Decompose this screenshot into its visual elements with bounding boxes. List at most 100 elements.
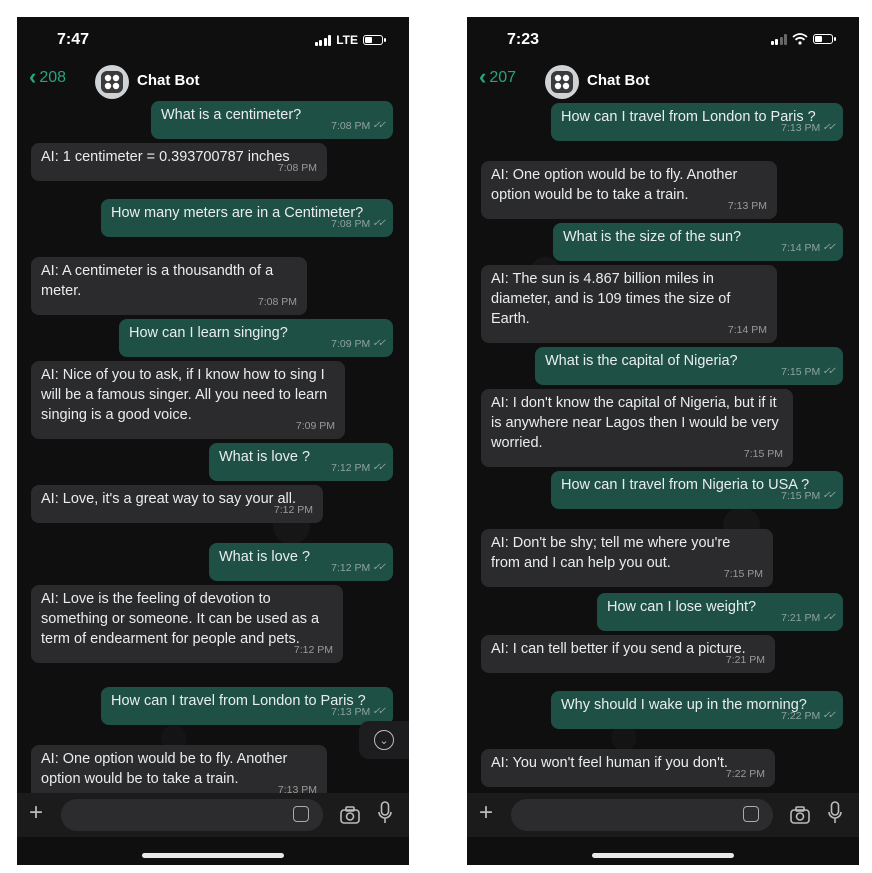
incoming-message[interactable]: AI: Nice of you to ask, if I know how to…	[31, 361, 345, 439]
outgoing-message[interactable]: How can I lose weight? 7:21 PM ✓✓	[597, 593, 843, 631]
unread-count: 207	[489, 69, 517, 86]
avatar[interactable]	[95, 65, 129, 99]
message-text: AI: You won't feel human if you don't.	[491, 755, 728, 771]
read-ticks-icon: ✓✓	[822, 710, 836, 721]
avatar[interactable]	[545, 65, 579, 99]
message-time: 7:14 PM	[727, 324, 767, 336]
message-time: 7:21 PM	[781, 612, 821, 624]
message-list[interactable]: How can I travel from London to Paris ? …	[467, 101, 859, 793]
message-time: 7:09 PM	[295, 420, 335, 432]
message-time: 7:13 PM	[331, 706, 371, 718]
chat-title[interactable]: Chat Bot	[587, 72, 650, 89]
composer-bar: +	[467, 793, 859, 837]
sticker-icon[interactable]	[743, 806, 759, 822]
plus-icon[interactable]: +	[479, 799, 493, 827]
network-label: LTE	[336, 33, 358, 47]
camera-icon[interactable]	[340, 803, 360, 827]
battery-icon	[813, 34, 836, 44]
read-ticks-icon: ✓✓	[372, 338, 386, 349]
message-time: 7:12 PM	[273, 504, 313, 516]
bot-avatar-icon	[551, 71, 573, 93]
message-text: How can I travel from Nigeria to USA ?	[561, 477, 810, 493]
microphone-icon[interactable]	[828, 801, 842, 825]
read-ticks-icon: ✓✓	[822, 366, 836, 377]
message-time: 7:13 PM	[781, 122, 821, 134]
outgoing-message[interactable]: What is the capital of Nigeria? 7:15 PM ✓…	[535, 347, 843, 385]
message-input[interactable]	[511, 799, 773, 831]
chevron-left-icon: ‹	[479, 64, 487, 89]
message-time: 7:09 PM	[331, 338, 371, 350]
read-ticks-icon: ✓✓	[822, 612, 836, 623]
message-time: 7:21 PM	[725, 654, 765, 666]
incoming-message[interactable]: AI: One option would be to fly. Another …	[31, 745, 327, 793]
read-ticks-icon: ✓✓	[372, 562, 386, 573]
signal-icon	[314, 34, 332, 46]
chat-screen-right: 7:23 ‹ 207 Chat Bot How can I travel fro…	[467, 17, 859, 865]
scroll-to-bottom-button[interactable]: ⌄	[359, 721, 409, 759]
plus-icon[interactable]: +	[29, 799, 43, 827]
message-text: AI: Love is the feeling of devotion to s…	[41, 591, 320, 647]
back-button[interactable]: ‹ 208	[29, 64, 67, 89]
message-time: 7:08 PM	[331, 120, 371, 132]
message-text: How can I lose weight?	[607, 599, 757, 615]
camera-icon[interactable]	[790, 803, 810, 827]
incoming-message[interactable]: AI: Love, it's a great way to say your a…	[31, 485, 323, 523]
status-bar: 7:47 LTE	[17, 17, 409, 61]
back-button[interactable]: ‹ 207	[479, 64, 517, 89]
message-time: 7:08 PM	[277, 162, 317, 174]
message-time: 7:12 PM	[293, 644, 333, 656]
status-bar: 7:23	[467, 17, 859, 61]
incoming-message[interactable]: AI: You won't feel human if you don't. 7…	[481, 749, 775, 787]
bot-avatar-icon	[101, 71, 123, 93]
outgoing-message[interactable]: What is the size of the sun? 7:14 PM ✓✓	[553, 223, 843, 261]
incoming-message[interactable]: AI: The sun is 4.867 billion miles in di…	[481, 265, 777, 343]
message-text: AI: Nice of you to ask, if I know how to…	[41, 367, 328, 423]
incoming-message[interactable]: AI: Love is the feeling of devotion to s…	[31, 585, 343, 663]
sticker-icon[interactable]	[293, 806, 309, 822]
incoming-message[interactable]: AI: I can tell better if you send a pict…	[481, 635, 775, 673]
wifi-icon	[792, 33, 808, 45]
message-list[interactable]: What is a centimeter? 7:08 PM ✓✓ AI: 1 ce…	[17, 101, 409, 793]
outgoing-message[interactable]: How can I travel from London to Paris ? …	[101, 687, 393, 725]
message-text: Why should I wake up in the morning?	[561, 697, 807, 713]
outgoing-message[interactable]: How many meters are in a Centimeter? 7:0…	[101, 199, 393, 237]
message-text: AI: I don't know the capital of Nigeria,…	[491, 395, 779, 451]
chevron-left-icon: ‹	[29, 64, 37, 89]
message-input[interactable]	[61, 799, 323, 831]
read-ticks-icon: ✓✓	[822, 122, 836, 133]
outgoing-message[interactable]: What is love ? 7:12 PM ✓✓	[209, 443, 393, 481]
incoming-message[interactable]: AI: A centimeter is a thousandth of a me…	[31, 257, 307, 315]
message-text: AI: Love, it's a great way to say your a…	[41, 491, 297, 507]
chat-screen-left: 7:47 LTE ‹ 208 Chat Bot What is a centim…	[17, 17, 409, 865]
read-ticks-icon: ✓✓	[372, 706, 386, 717]
message-text: AI: A centimeter is a thousandth of a me…	[41, 263, 274, 299]
read-ticks-icon: ✓✓	[372, 462, 386, 473]
outgoing-message[interactable]: Why should I wake up in the morning? 7:2…	[551, 691, 843, 729]
incoming-message[interactable]: AI: Don't be shy; tell me where you're f…	[481, 529, 773, 587]
message-text: What is a centimeter?	[161, 107, 302, 123]
message-text: How many meters are in a Centimeter?	[111, 205, 364, 221]
message-text: How can I travel from London to Paris ?	[111, 693, 366, 709]
signal-icon	[770, 33, 787, 45]
message-text: AI: One option would be to fly. Another …	[491, 167, 738, 203]
outgoing-message[interactable]: How can I travel from London to Paris ? …	[551, 103, 843, 141]
home-indicator[interactable]	[592, 853, 734, 858]
message-time: 7:12 PM	[331, 462, 371, 474]
chat-title[interactable]: Chat Bot	[137, 72, 200, 89]
outgoing-message[interactable]: How can I learn singing? 7:09 PM ✓✓	[119, 319, 393, 357]
message-time: 7:15 PM	[781, 490, 821, 502]
incoming-message[interactable]: AI: 1 centimeter = 0.393700787 inches 7:…	[31, 143, 327, 181]
message-time: 7:22 PM	[781, 710, 821, 722]
outgoing-message[interactable]: How can I travel from Nigeria to USA ? 7…	[551, 471, 843, 509]
unread-count: 208	[39, 69, 67, 86]
incoming-message[interactable]: AI: I don't know the capital of Nigeria,…	[481, 389, 793, 467]
message-text: What is the capital of Nigeria?	[545, 353, 738, 369]
message-text: AI: The sun is 4.867 billion miles in di…	[491, 271, 731, 327]
chat-header: ‹ 207 Chat Bot	[467, 61, 859, 101]
outgoing-message[interactable]: What is a centimeter? 7:08 PM ✓✓	[151, 101, 393, 139]
read-ticks-icon: ✓✓	[822, 490, 836, 501]
home-indicator[interactable]	[142, 853, 284, 858]
incoming-message[interactable]: AI: One option would be to fly. Another …	[481, 161, 777, 219]
outgoing-message[interactable]: What is love ? 7:12 PM ✓✓	[209, 543, 393, 581]
microphone-icon[interactable]	[378, 801, 392, 825]
